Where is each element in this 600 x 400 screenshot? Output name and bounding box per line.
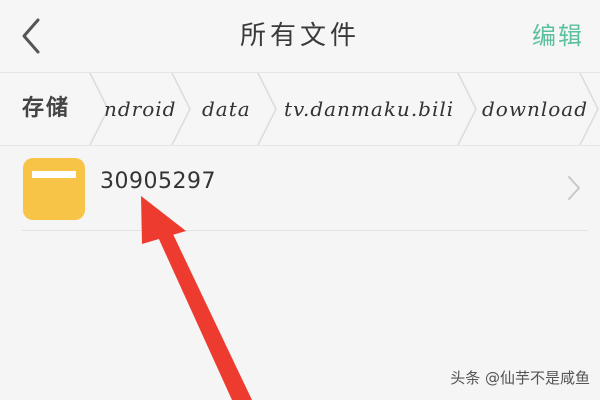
- breadcrumb-separator-icon: [457, 73, 477, 145]
- breadcrumb-separator-icon: [257, 73, 277, 145]
- chevron-right-icon: [568, 176, 580, 200]
- breadcrumb-separator-icon: [579, 73, 599, 145]
- file-list-item[interactable]: 30905297: [0, 147, 600, 231]
- page-title: 所有文件: [239, 21, 360, 51]
- folder-icon: [23, 158, 85, 220]
- breadcrumb: 存储 ndroid data tv.danmaku.bili download: [0, 73, 600, 146]
- breadcrumb-root-storage[interactable]: 存储: [22, 73, 70, 145]
- breadcrumb-item-download[interactable]: download: [482, 73, 588, 145]
- watermark: 头条 @仙芋不是咸鱼: [450, 369, 590, 387]
- file-name: 30905297: [100, 169, 216, 194]
- breadcrumb-item-tv-danmaku-bili[interactable]: tv.danmaku.bili: [284, 73, 454, 145]
- breadcrumb-item-data[interactable]: data: [202, 73, 251, 145]
- breadcrumb-item-android[interactable]: ndroid: [104, 73, 176, 145]
- edit-button[interactable]: 编辑: [532, 0, 584, 72]
- top-bar: 所有文件 编辑: [0, 0, 600, 73]
- breadcrumb-separator-icon: [171, 73, 191, 145]
- divider: [22, 230, 588, 231]
